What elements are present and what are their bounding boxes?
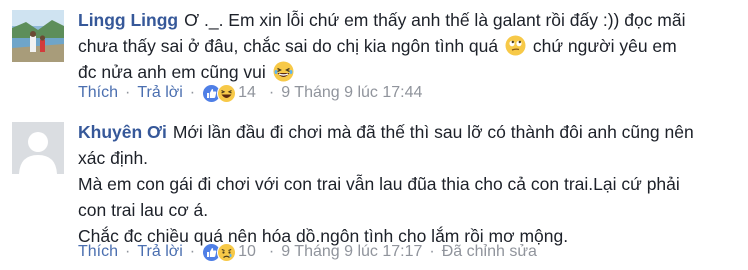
comment-text-line: chứ người yêu em [532,36,677,56]
comment-text: chưa thấy sai ở đâu, chắc sai do chị kia… [78,33,743,59]
comment-text-line: con trai lau cơ á. [78,200,209,220]
comment-text-line: chưa thấy sai ở đâu, chắc sai do chị kia… [78,36,499,56]
comment-body: Lingg Lingg Ơ ._. Em xin lỗi chứ em thấy … [78,7,743,85]
comment-text-line: Ơ ._. Em xin lỗi chứ em thấy anh thế là … [184,10,686,30]
comment-text-line: xác định. [78,148,149,168]
separator-dot: · [268,243,275,260]
comment-text-line: đc nửa anh em cũng vui [78,62,266,82]
comment-body: Khuyên Ơi Mới lần đầu đi chơi mà đã thế t… [78,119,743,249]
reaction-count: 14 [238,84,256,101]
timestamp[interactable]: 9 Tháng 9 lúc 17:44 [281,84,422,102]
reply-link[interactable]: Trả lời [137,243,182,261]
comment-text-line: Mới lần đầu đi chơi mà đã thế thì sau lỡ… [172,122,694,142]
reactions-summary[interactable]: 10 [202,242,256,262]
avatar[interactable] [12,122,64,174]
like-link[interactable]: Thích [78,84,118,102]
reaction-count: 10 [238,243,256,260]
separator-dot: · [189,84,196,101]
separator-dot: · [125,243,131,260]
comment-text: Khuyên Ơi Mới lần đầu đi chơi mà đã thế t… [78,119,743,145]
author-name[interactable]: Lingg Lingg [78,10,178,30]
comment: Khuyên Ơi Mới lần đầu đi chơi mà đã thế t… [0,112,748,270]
reactions-summary[interactable]: 14 [202,83,256,103]
reply-link[interactable]: Trả lời [137,84,182,102]
haha-icon [217,83,237,103]
timestamp[interactable]: 9 Tháng 9 lúc 17:17 [281,243,422,261]
sad-icon [217,242,237,262]
comment-actions: Thích · Trả lời · 10 · 9 Tháng 9 lúc 17:… [78,240,537,264]
laughing-emoji [273,61,294,82]
separator-dot: · [429,243,435,260]
author-name[interactable]: Khuyên Ơi [78,122,167,142]
comment-actions: Thích · Trả lời · 14 · 9 Tháng 9 lúc 17:… [78,81,422,105]
separator-dot: · [189,243,196,260]
edited-label[interactable]: Đã chỉnh sửa [442,243,537,261]
comment: Lingg Lingg Ơ ._. Em xin lỗi chứ em thấy … [0,0,748,112]
separator-dot: · [125,84,131,101]
like-link[interactable]: Thích [78,243,118,261]
separator-dot: · [268,84,275,101]
avatar[interactable] [12,10,64,62]
comment-text: Lingg Lingg Ơ ._. Em xin lỗi chứ em thấy … [78,7,743,33]
rolling-eyes-emoji [505,35,526,56]
comment-text-line: Mà em con gái đi chơi với con trai vẫn l… [78,174,680,194]
